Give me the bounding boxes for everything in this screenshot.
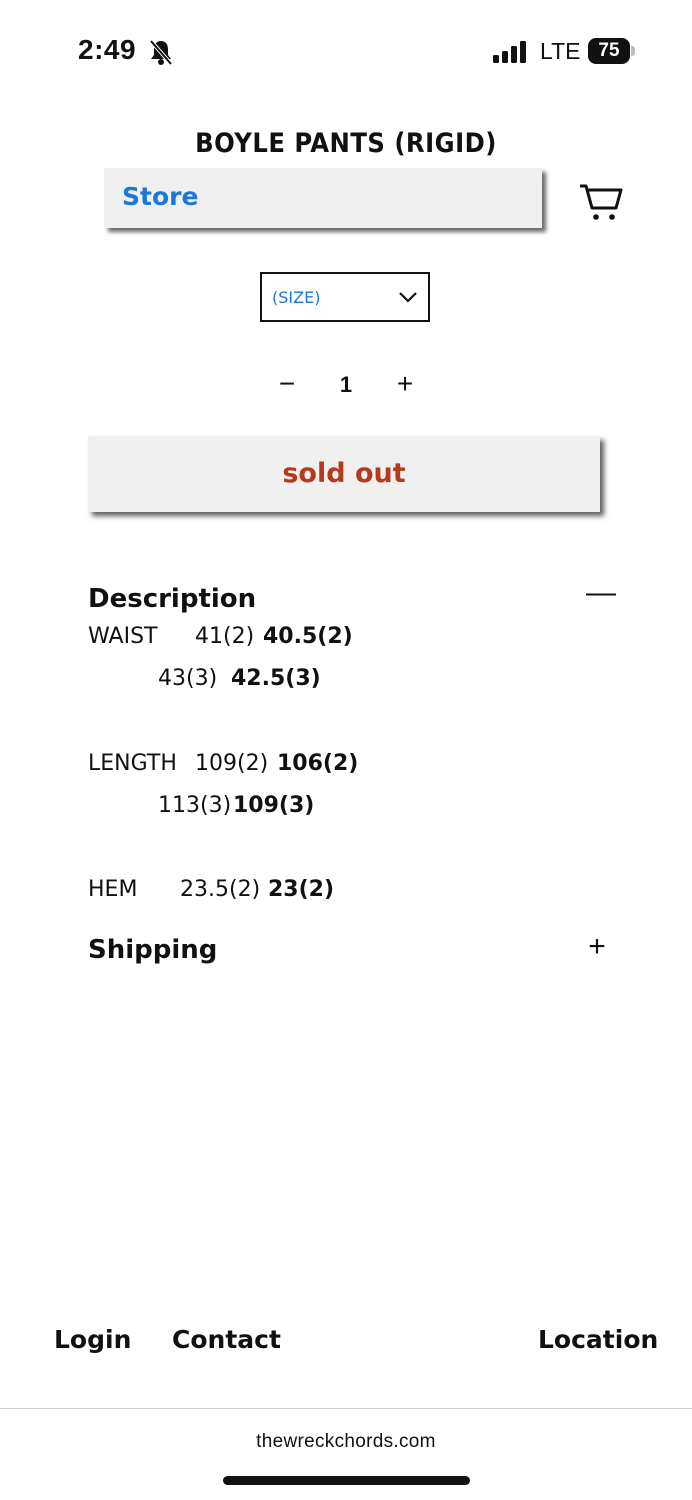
waist-label: WAIST xyxy=(88,624,158,649)
size-select[interactable]: (SIZE) xyxy=(260,272,430,322)
shipping-heading[interactable]: Shipping xyxy=(88,935,217,965)
store-link[interactable]: Store xyxy=(122,182,198,211)
length-value-1b: 106(2) xyxy=(277,751,359,776)
hem-label: HEM xyxy=(88,877,138,902)
waist-value-1: 41(2) xyxy=(195,624,254,649)
shipping-expand-toggle[interactable]: + xyxy=(584,932,610,962)
cart-icon[interactable] xyxy=(578,182,624,222)
length-label: LENGTH xyxy=(88,751,177,776)
bell-slash-icon xyxy=(149,39,173,66)
length-value-1a: 109(2) xyxy=(195,751,269,776)
hem-value-1a: 23.5(2) xyxy=(180,877,261,902)
browser-divider xyxy=(0,1408,692,1409)
carrier-label: LTE xyxy=(540,38,581,64)
location-link[interactable]: Location xyxy=(538,1325,658,1354)
battery-icon: 75 xyxy=(588,38,636,64)
home-indicator[interactable] xyxy=(223,1476,470,1485)
store-nav-bar[interactable]: Store xyxy=(104,168,542,228)
length-value-2b: 109(3) xyxy=(233,793,315,818)
login-link[interactable]: Login xyxy=(54,1325,131,1354)
sold-out-button[interactable]: sold out xyxy=(88,436,600,512)
chevron-down-icon xyxy=(399,292,417,303)
product-title: BOYLE PANTS (RIGID) xyxy=(195,128,497,159)
quantity-decrease-button[interactable]: − xyxy=(276,370,298,398)
waist-value-2b: 42.5(3) xyxy=(231,666,321,691)
quantity-increase-button[interactable]: + xyxy=(394,370,416,398)
waist-value-1b: 40.5(2) xyxy=(263,624,353,649)
size-select-value: (SIZE) xyxy=(272,288,321,307)
address-bar-url[interactable]: thewreckchords.com xyxy=(0,1431,692,1453)
hem-value-1b: 23(2) xyxy=(268,877,335,902)
battery-level: 75 xyxy=(598,40,620,61)
contact-link[interactable]: Contact xyxy=(172,1325,281,1354)
length-value-2a: 113(3) xyxy=(158,793,232,818)
waist-value-1a: 41(2) xyxy=(195,624,255,649)
status-time: 2:49 xyxy=(78,34,137,65)
description-heading[interactable]: Description xyxy=(88,584,256,614)
description-collapse-toggle[interactable]: — xyxy=(586,578,616,608)
signal-icon xyxy=(493,41,526,63)
waist-row: WAIST xyxy=(88,624,158,649)
waist-value-2a: 43(3) xyxy=(158,666,218,691)
quantity-value[interactable]: 1 xyxy=(334,372,358,398)
